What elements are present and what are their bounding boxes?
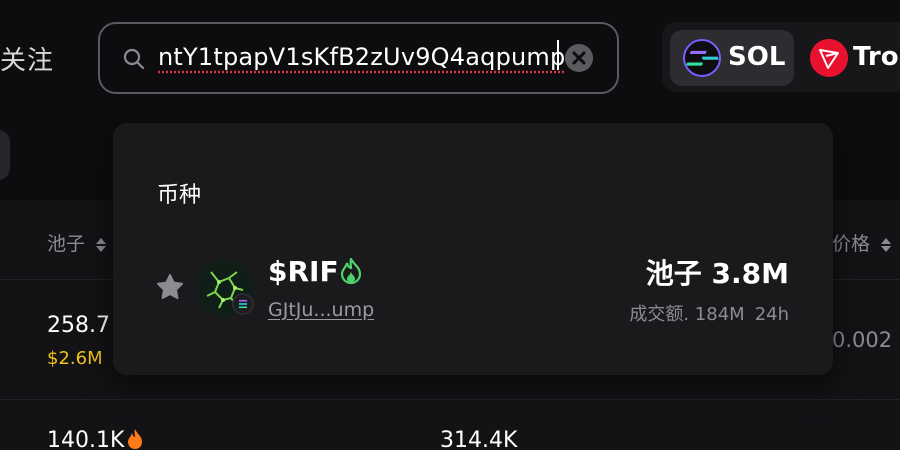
search-input[interactable]: ntY1tpapV1sKfB2zUv9Q4aqpump <box>98 22 619 94</box>
column-header-price[interactable]: 价格 <box>832 229 892 256</box>
row-volume: 314.4K <box>440 428 518 450</box>
follow-tab[interactable]: 关注 <box>0 40 54 77</box>
column-header-price-label: 价格 <box>832 233 871 255</box>
fire-icon <box>128 429 142 449</box>
star-icon[interactable] <box>155 272 185 302</box>
result-volume: 成交额. 184M 24h <box>629 300 789 326</box>
result-volume-period: 24h <box>754 304 789 325</box>
sort-icon[interactable] <box>95 236 107 254</box>
sort-icon[interactable] <box>880 236 892 254</box>
filter-pill[interactable] <box>0 130 10 180</box>
chain-option-sol-label[interactable]: SOL <box>728 42 785 72</box>
tron-icon[interactable] <box>810 39 848 77</box>
token-symbol: $RIF <box>268 255 339 288</box>
chain-option-tron-label[interactable]: Tro <box>853 42 899 72</box>
row-pool-value: 140.1K <box>47 428 125 450</box>
row-pool-usd: $2.6M <box>47 348 103 369</box>
solana-badge-icon <box>232 293 254 315</box>
search-input-value[interactable]: ntY1tpapV1sKfB2zUv9Q4aqpump <box>158 43 565 71</box>
column-header-pool-label: 池子 <box>47 233 86 255</box>
fire-icon <box>340 258 362 284</box>
search-icon <box>123 48 145 70</box>
column-header-pool[interactable]: 池子 <box>47 229 107 256</box>
result-pool-value: 池子 3.8M <box>645 257 789 290</box>
row-price: 0.002 <box>832 328 893 352</box>
text-caret <box>557 40 559 70</box>
results-section-label: 币种 <box>157 183 202 208</box>
row-pool-value: 258.7 <box>47 313 110 338</box>
solana-icon <box>683 39 721 77</box>
clear-icon[interactable] <box>565 44 593 72</box>
token-address-link[interactable]: GJtJu...ump <box>268 299 374 321</box>
result-volume-value: 成交额. 184M <box>629 304 745 325</box>
